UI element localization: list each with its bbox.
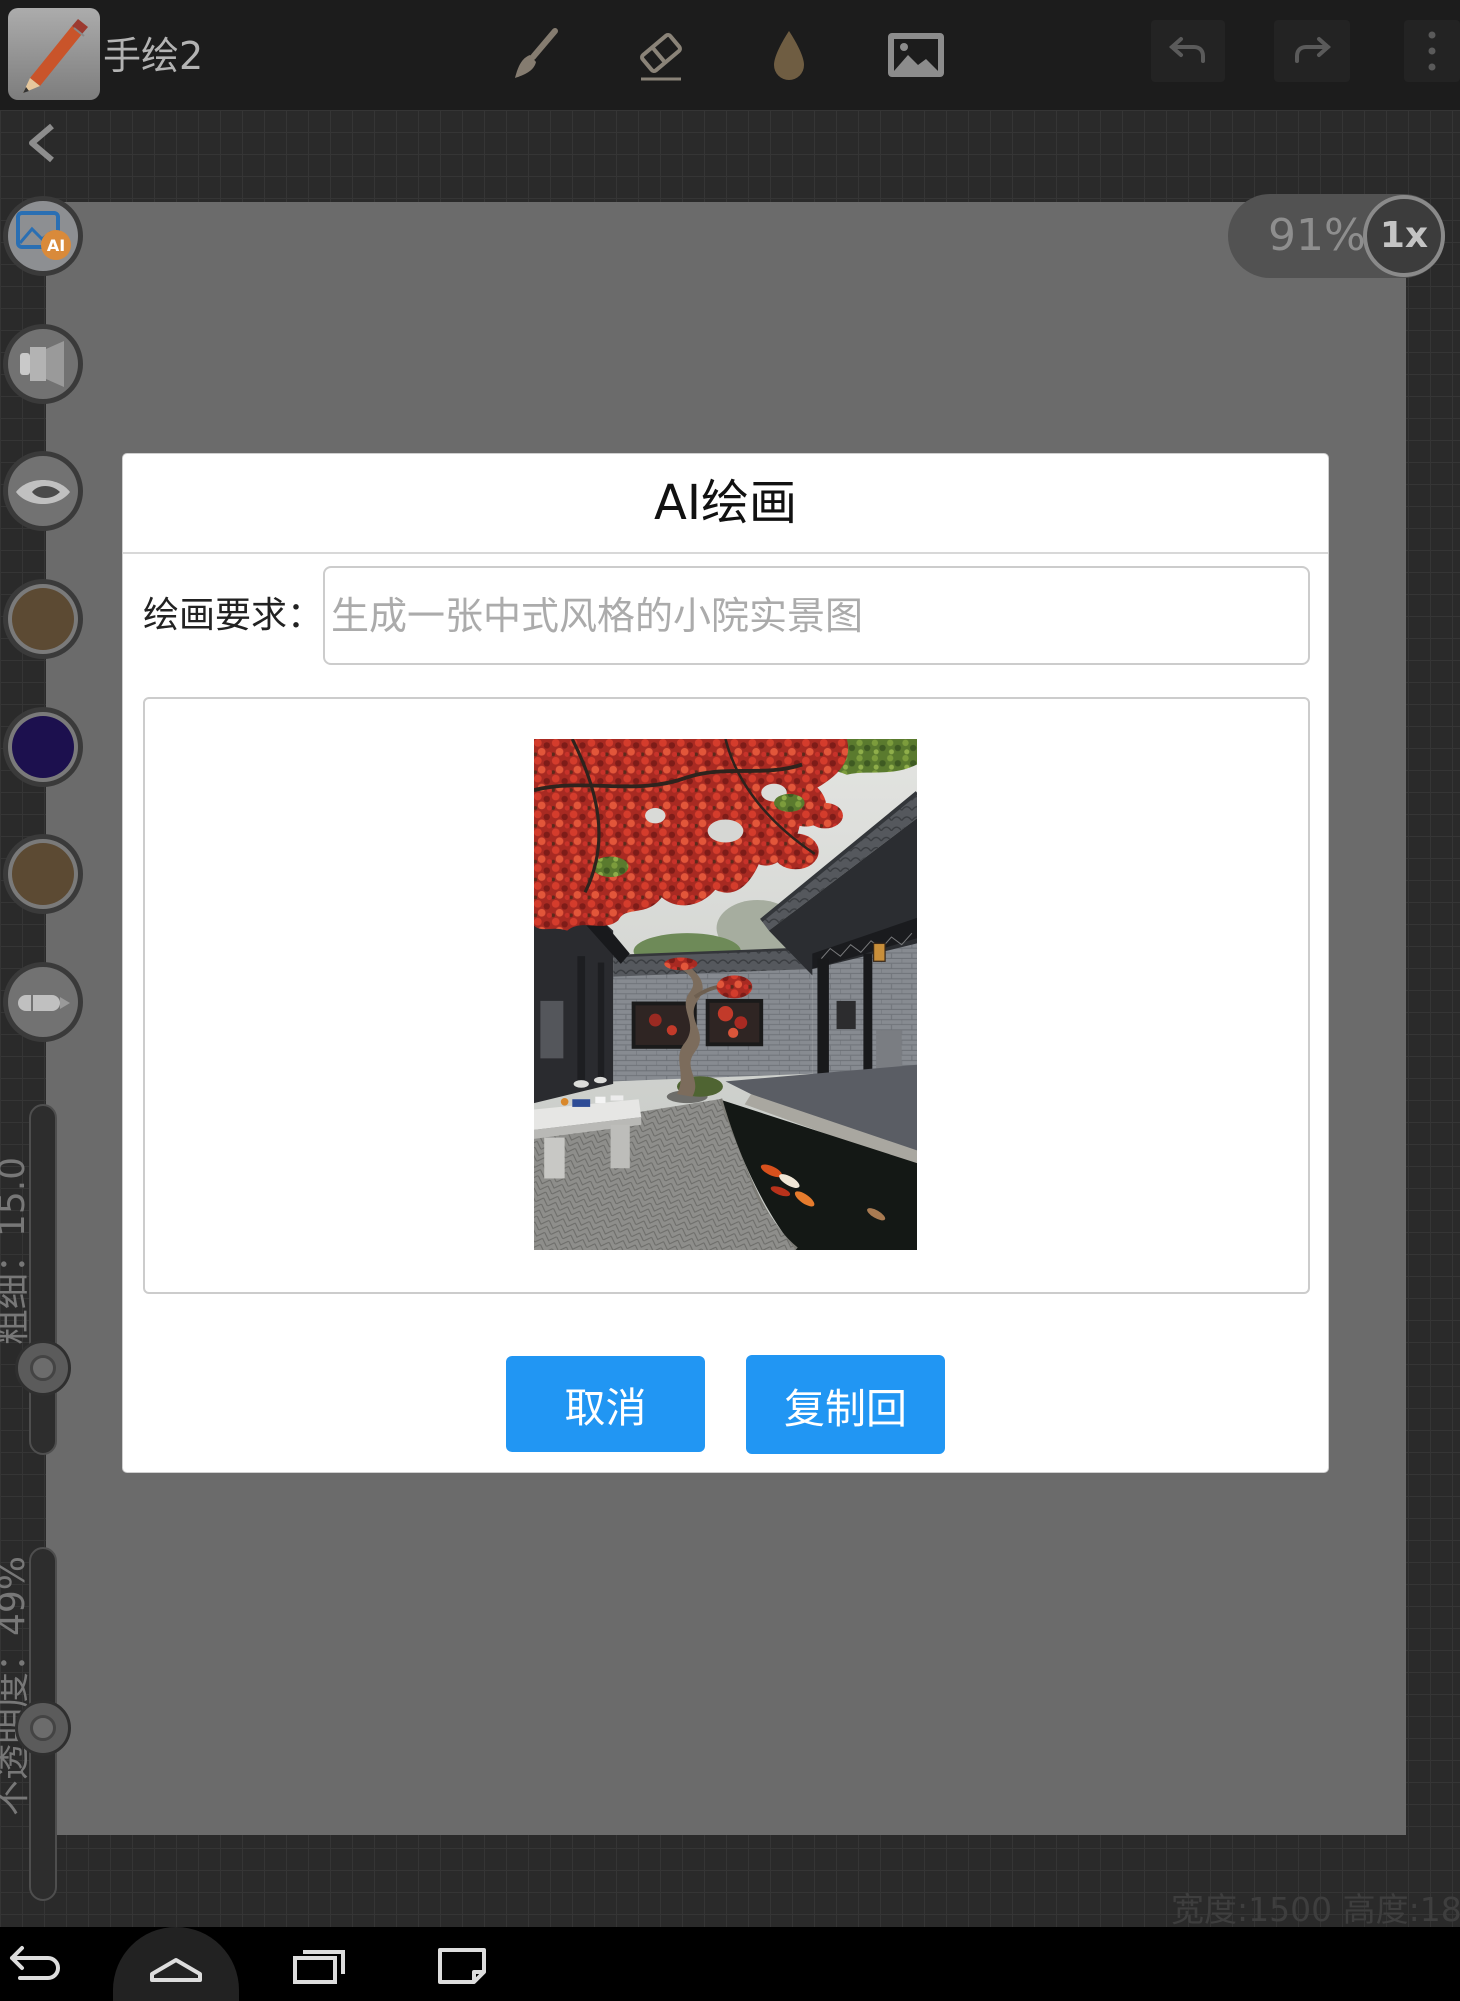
color-swatch-circle	[3, 834, 83, 914]
thickness-slider-handle[interactable]	[15, 1340, 71, 1396]
system-nav-bar	[0, 1927, 1460, 2001]
prompt-label: 绘画要求：	[143, 595, 324, 636]
home-icon[interactable]	[146, 1942, 206, 1986]
undo-icon	[1168, 37, 1205, 63]
top-toolbar: 手绘2	[0, 0, 1460, 110]
more-menu-button[interactable]	[1404, 20, 1460, 82]
image-icon[interactable]	[886, 25, 946, 85]
color-swatch-3[interactable]	[2, 833, 84, 915]
generated-courtyard-image	[534, 739, 917, 1250]
generated-image-box	[143, 697, 1310, 1294]
back-icon[interactable]	[6, 1942, 66, 1986]
screenshot-icon[interactable]	[432, 1942, 492, 1986]
zoom-reset-button[interactable]: 1x	[1363, 195, 1445, 277]
more-vertical-icon	[1428, 31, 1436, 71]
pen-tool-button[interactable]	[2, 961, 84, 1043]
zoom-level: 91%	[1268, 210, 1366, 261]
canvas-size-info: 宽度:1500 高度:1800	[1171, 1890, 1460, 1929]
opacity-slider-handle[interactable]	[15, 1700, 71, 1756]
redo-icon	[1295, 37, 1332, 63]
color-swatch-circle	[3, 707, 83, 787]
brush-icon[interactable]	[503, 25, 563, 85]
slider-handle-dot	[30, 1355, 56, 1381]
prompt-input[interactable]	[323, 566, 1310, 665]
eraser-icon[interactable]	[631, 25, 691, 85]
color-swatch-1[interactable]	[2, 578, 84, 660]
ai-draw-button[interactable]: AI	[2, 195, 84, 277]
ai-badge: AI	[47, 236, 65, 255]
stamp-tool-button[interactable]	[2, 323, 84, 405]
cancel-button[interactable]: 取消	[506, 1356, 705, 1452]
color-swatch-circle	[3, 579, 83, 659]
app-pencil-icon[interactable]	[8, 8, 100, 100]
undo-button[interactable]	[1151, 20, 1225, 82]
collapse-chevron-icon[interactable]	[20, 120, 64, 166]
smudge-tool-button[interactable]	[2, 450, 84, 532]
color-swatch-2[interactable]	[2, 706, 84, 788]
copy-back-button[interactable]: 复制回	[746, 1355, 945, 1454]
app-title: 手绘2	[103, 34, 204, 78]
stamp-icon	[3, 324, 83, 404]
dialog-title: AI绘画	[123, 454, 1328, 554]
color-drop-icon[interactable]	[759, 25, 819, 85]
thickness-slider[interactable]	[29, 1104, 57, 1455]
recent-apps-icon[interactable]	[289, 1942, 349, 1986]
pen-icon	[3, 962, 83, 1042]
ai-draw-dialog: AI绘画 绘画要求： 生成一张中式风格的小院实景图 取消 复制回	[122, 453, 1329, 1473]
ai-image-icon: AI	[3, 196, 83, 276]
eye-icon	[3, 451, 83, 531]
slider-handle-dot	[30, 1715, 56, 1741]
redo-button[interactable]	[1274, 20, 1350, 82]
